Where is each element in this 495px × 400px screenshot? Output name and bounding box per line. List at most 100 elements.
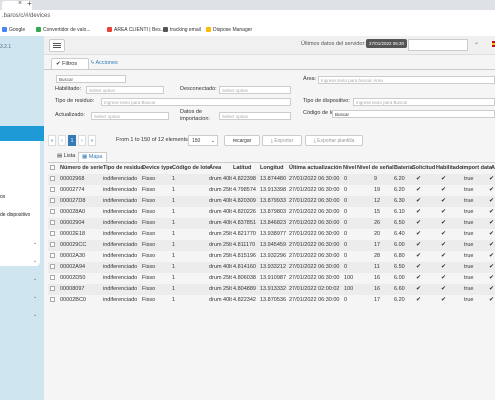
- table-cell: 27/01/2022 06:30:00: [289, 187, 340, 193]
- table-cell: 27/01/2022 06:30:00: [289, 275, 340, 281]
- table-row[interactable]: 00002D50 indiferenciado Fisso 1 drum 25lt 4.8…: [48, 273, 495, 284]
- col-ultima-actualizacion[interactable]: Última actualización: [289, 165, 342, 171]
- sidebar-subitem-ox[interactable]: ox: [0, 194, 5, 200]
- refresh-button[interactable]: recargar: [224, 135, 260, 146]
- bookmark-area-clienti[interactable]: AREA CLIENTI | Bes...: [107, 27, 165, 33]
- table-row[interactable]: 000027D8 indiferenciado Fisso 1 drum 40lt 4.8…: [48, 196, 495, 207]
- page-1-button[interactable]: 1: [68, 135, 76, 146]
- col-nivel-senal[interactable]: Nivel de señal: [357, 165, 394, 171]
- tipo-residuo-input[interactable]: Ingrese texto para Buscar: [101, 98, 291, 106]
- row-checkbox[interactable]: [50, 198, 55, 203]
- chevron-down-icon[interactable]: ⌄: [33, 276, 37, 282]
- row-checkbox[interactable]: [50, 176, 55, 181]
- table-row[interactable]: 00002E18 indiferenciado Fisso 1 drum 25lt 4.8…: [48, 229, 495, 240]
- table-cell: 16: [374, 275, 381, 281]
- table-cell: 6.20: [394, 176, 405, 182]
- col-latitud[interactable]: Latitud: [233, 165, 251, 171]
- tab-mapa[interactable]: ▦ Mapa: [78, 152, 107, 162]
- menu-toggle-button[interactable]: [49, 39, 65, 52]
- chevron-down-icon[interactable]: ⌄: [474, 39, 479, 46]
- bookmark-tracking-email[interactable]: tracking email: [163, 27, 201, 33]
- rows-per-page-select[interactable]: 150 ⌄: [188, 135, 218, 146]
- chevron-down-icon[interactable]: ⌄: [33, 294, 37, 300]
- sidebar-item-active[interactable]: [0, 126, 44, 141]
- bookmark-dispose-manager[interactable]: Dispose Manager: [206, 27, 252, 33]
- datos-importacion-select[interactable]: Select option: [219, 112, 291, 120]
- row-checkbox[interactable]: [50, 231, 55, 236]
- import-data-cell: true: [464, 253, 474, 259]
- habilitado-select[interactable]: Select option: [86, 86, 164, 94]
- sidebar-subitem-tipo-dispositivo[interactable]: de dispositivo: [0, 212, 30, 218]
- col-bateria[interactable]: Batería: [394, 165, 413, 171]
- area-input[interactable]: Ingrese texto para buscar Área: [318, 76, 495, 84]
- table-cell: 0: [344, 220, 348, 226]
- check-icon: ✔: [489, 187, 495, 193]
- col-a[interactable]: A: [491, 165, 495, 171]
- tab-acciones[interactable]: ϟ Acciones: [87, 58, 129, 68]
- table-cell: Fisso: [142, 209, 156, 215]
- export-button[interactable]: ⤓ Exportar: [262, 135, 302, 146]
- chevron-down-icon[interactable]: ⌄: [33, 240, 37, 246]
- actualizado-select[interactable]: Select option: [91, 112, 169, 120]
- last-page-button[interactable]: »: [88, 135, 96, 146]
- chevron-down-icon[interactable]: ⌄: [33, 312, 37, 318]
- desconectado-label: Desconectado:: [180, 86, 217, 92]
- sidebar-submenu: ox de dispositivo: [0, 141, 40, 266]
- table-cell: 100: [344, 286, 354, 292]
- col-numero-serie[interactable]: Número de serie: [60, 165, 103, 171]
- chevron-down-icon[interactable]: ⌄: [33, 258, 37, 264]
- table-row[interactable]: 000029CC indiferenciado Fisso 1 drum 25lt 4.8…: [48, 240, 495, 251]
- row-checkbox[interactable]: [50, 187, 55, 192]
- new-tab-icon[interactable]: +: [27, 0, 32, 8]
- col-nivel[interactable]: Nivel: [343, 165, 356, 171]
- close-tab-icon[interactable]: ×: [18, 0, 22, 7]
- next-page-button[interactable]: ›: [78, 135, 86, 146]
- col-area[interactable]: Área: [209, 165, 221, 171]
- desconectado-select[interactable]: Select option: [219, 86, 291, 94]
- select-all-checkbox[interactable]: [50, 165, 55, 170]
- row-checkbox[interactable]: [50, 286, 55, 291]
- bookmark-convertidor[interactable]: Convertidor de valo...: [36, 27, 91, 33]
- table-cell: 4.804889: [233, 286, 256, 292]
- table-cell: 1: [172, 275, 176, 281]
- prev-page-button[interactable]: ‹: [58, 135, 66, 146]
- col-codigo-lote[interactable]: Código de lote: [172, 165, 210, 171]
- row-checkbox[interactable]: [50, 253, 55, 258]
- col-habilitado[interactable]: Habilitado: [436, 165, 463, 171]
- row-checkbox[interactable]: [50, 209, 55, 214]
- col-solicitud[interactable]: Solicitud: [412, 165, 435, 171]
- table-row[interactable]: 00008097 indiferenciado Fisso 1 drum 25lt 4.8…: [48, 284, 495, 295]
- table-row[interactable]: 00002904 indiferenciado Fisso 1 drum 40lt 4.8…: [48, 218, 495, 229]
- table-row[interactable]: 00002774 indiferenciado Fisso 1 drum 25lt 4.7…: [48, 185, 495, 196]
- table-cell: 27/01/2022 06:30:00: [289, 297, 340, 303]
- export-template-button[interactable]: ⤓ Exportar plantilla: [305, 135, 363, 146]
- col-device-type[interactable]: Device type: [142, 165, 173, 171]
- col-longitud[interactable]: Longitud: [260, 165, 284, 171]
- table-row[interactable]: 00002A30 indiferenciado Fisso 1 drum 25lt 4.8…: [48, 251, 495, 262]
- tipo-dispositivo-input[interactable]: Ingrese texto para Buscar: [353, 98, 495, 106]
- check-icon: ✔: [441, 286, 447, 292]
- codigo-lote-input[interactable]: Buscar: [332, 110, 495, 118]
- row-checkbox[interactable]: [50, 264, 55, 269]
- row-checkbox[interactable]: [50, 242, 55, 247]
- table-cell: 17: [374, 242, 381, 248]
- table-cell: 0: [344, 198, 348, 204]
- col-import-data[interactable]: import data: [462, 165, 492, 171]
- search-input[interactable]: Buscar: [56, 75, 126, 83]
- table-row[interactable]: 00002968 indiferenciado Fisso 1 drum 40lt 4.8…: [48, 174, 495, 185]
- row-checkbox[interactable]: [50, 297, 55, 302]
- table-row[interactable]: 000028A0 indiferenciado Fisso 1 drum 40lt 4.8…: [48, 207, 495, 218]
- language-select[interactable]: [408, 39, 468, 51]
- row-checkbox[interactable]: [50, 275, 55, 280]
- row-checkbox[interactable]: [50, 220, 55, 225]
- address-bar[interactable]: .baros/c/#/devices: [0, 10, 495, 25]
- tab-filtros[interactable]: ✔ Filtros: [51, 58, 89, 69]
- check-icon: ✔: [441, 253, 447, 259]
- col-tipo-residuo[interactable]: Tipo de residuo: [103, 165, 144, 171]
- first-page-button[interactable]: «: [48, 135, 56, 146]
- table-row[interactable]: 00002BC0 indiferenciado Fisso 1 drum 40lt 4.8…: [48, 295, 495, 306]
- tab-lista[interactable]: ▤ Lista: [54, 152, 78, 161]
- check-icon: ✔: [489, 176, 495, 182]
- table-row[interactable]: 00002A94 indiferenciado Fisso 1 drum 40lt 4.8…: [48, 262, 495, 273]
- bookmark-google[interactable]: Google: [2, 27, 25, 33]
